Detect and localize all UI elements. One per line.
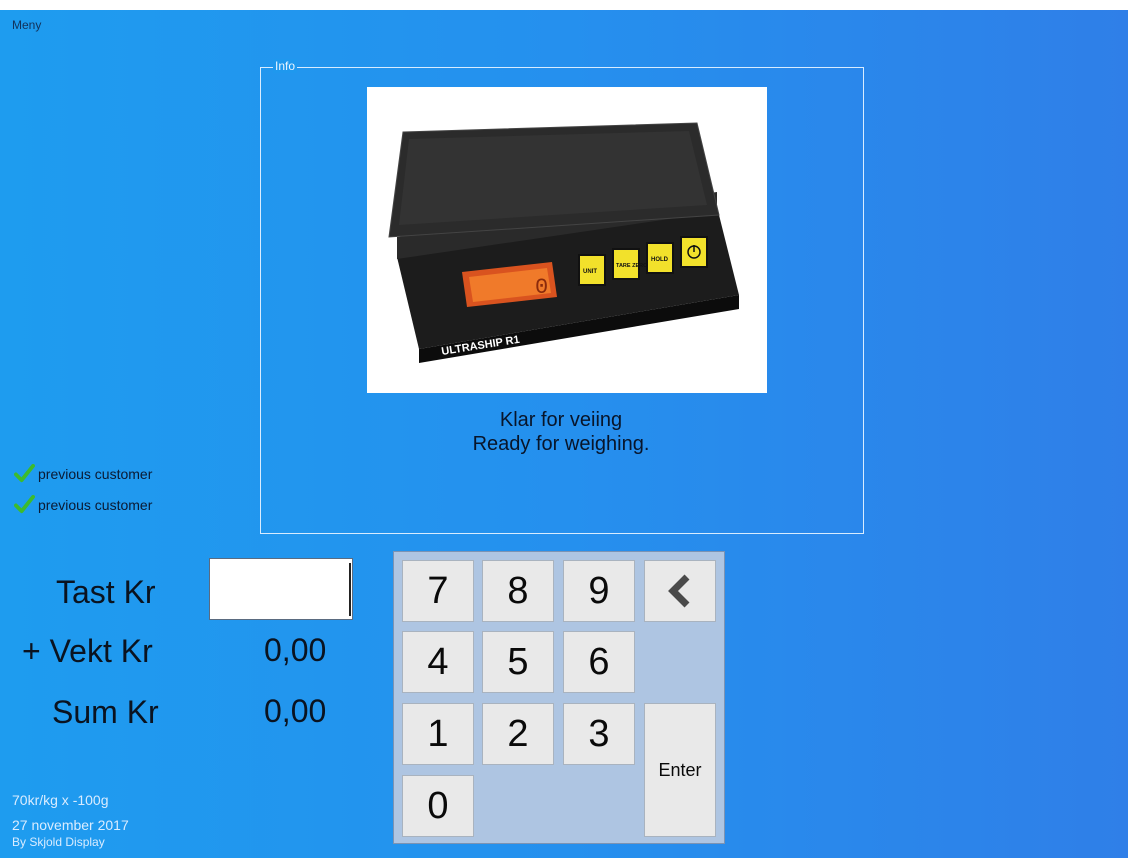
rate-info: 70kr/kg x -100g	[12, 792, 109, 808]
sum-kr-value: 0,00	[264, 693, 327, 729]
scale-hold-text: HOLD	[651, 257, 669, 263]
menu-label[interactable]: Meny	[12, 18, 41, 32]
scale-image: 0 UNIT TARE ZERO HOLD ULTRASHIP R1	[367, 87, 767, 393]
key-6[interactable]: 6	[563, 631, 635, 693]
info-legend: Info	[273, 59, 298, 73]
scale-illustration: 0 UNIT TARE ZERO HOLD ULTRASHIP R1	[388, 122, 739, 363]
enter-button[interactable]: Enter	[644, 703, 716, 837]
key-5[interactable]: 5	[482, 631, 554, 693]
previous-customer-item[interactable]: previous customer	[14, 463, 152, 484]
sum-kr-label: Sum Kr	[52, 694, 159, 730]
key-7[interactable]: 7	[402, 560, 474, 622]
key-4[interactable]: 4	[402, 631, 474, 693]
scale-tare-text: TARE ZERO	[616, 263, 648, 269]
vekt-kr-value: 0,00	[264, 632, 327, 668]
scale-unit-text: UNIT	[583, 269, 597, 275]
key-0[interactable]: 0	[402, 775, 474, 837]
status-line-no: Klar for veiing	[499, 409, 623, 431]
key-1[interactable]: 1	[402, 703, 474, 765]
status-line-en: Ready for weighing.	[472, 433, 650, 455]
chevron-left-icon	[668, 574, 690, 608]
previous-customer-label: previous customer	[38, 496, 153, 513]
previous-customer-item[interactable]: previous customer	[14, 494, 152, 515]
key-8[interactable]: 8	[482, 560, 554, 622]
tast-kr-input[interactable]	[209, 558, 353, 620]
credit-info: By Skjold Display	[12, 835, 105, 849]
date-info: 27 november 2017	[12, 817, 129, 833]
key-2[interactable]: 2	[482, 703, 554, 765]
numeric-keypad: 7 8 9 4 5 6 1 2 3 Enter 0	[393, 551, 725, 844]
previous-customer-label: previous customer	[38, 465, 153, 482]
tast-kr-label: Tast Kr	[56, 574, 156, 610]
text-caret	[349, 563, 351, 616]
check-icon	[14, 463, 35, 483]
vekt-kr-label: + Vekt Kr	[22, 633, 153, 669]
app-window: Meny Info 0 UNIT TARE ZERO HOLD ULTRASHI…	[0, 10, 1128, 858]
key-3[interactable]: 3	[563, 703, 635, 765]
key-9[interactable]: 9	[563, 560, 635, 622]
backspace-button[interactable]	[644, 560, 716, 622]
scale-display-digit: 0	[535, 275, 548, 300]
check-icon	[14, 494, 35, 514]
status-message: Klar for veiing Ready for weighing.	[366, 408, 756, 456]
